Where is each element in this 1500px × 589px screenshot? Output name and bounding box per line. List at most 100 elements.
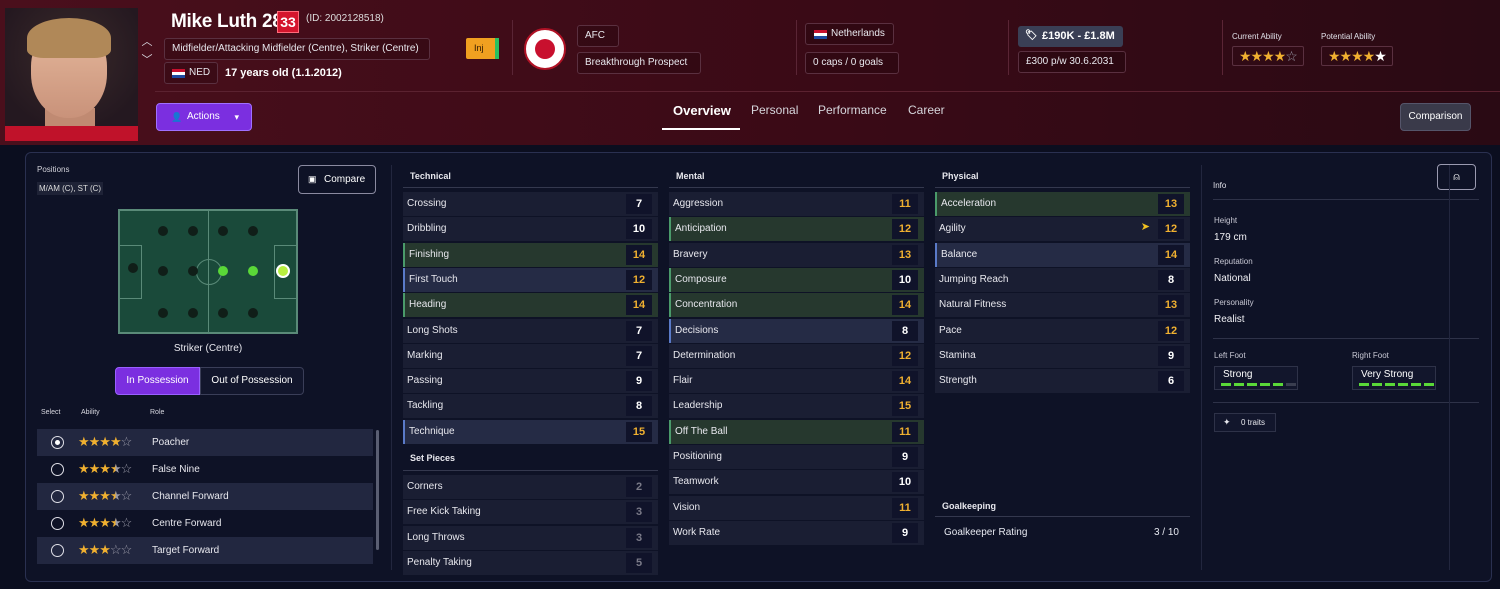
- chevron-up-icon[interactable]: ︿: [140, 33, 154, 51]
- tab-performance[interactable]: Performance: [818, 103, 887, 117]
- role-radio[interactable]: [51, 463, 64, 476]
- attribute-row[interactable]: Agility 12 ➤: [935, 217, 1190, 242]
- position-dot-selected[interactable]: [278, 266, 288, 276]
- attribute-row[interactable]: Anticipation 12: [669, 217, 924, 242]
- attribute-row[interactable]: Off The Ball 11: [669, 419, 924, 444]
- role-row[interactable]: ★★★★☆ Centre Forward: [37, 510, 373, 537]
- attribute-value: 3: [626, 527, 652, 548]
- attribute-row[interactable]: Strength 6: [935, 369, 1190, 394]
- divider: [1222, 20, 1223, 75]
- attribute-row[interactable]: Decisions 8: [669, 318, 924, 343]
- position-dot[interactable]: [218, 266, 228, 276]
- attribute-row[interactable]: Crossing 7: [403, 192, 658, 216]
- attribute-row[interactable]: Pace 12: [935, 318, 1190, 343]
- attribute-row[interactable]: Flair 14: [669, 369, 924, 394]
- attribute-row[interactable]: Dribbling 10: [403, 217, 658, 242]
- position-dot[interactable]: [248, 308, 258, 318]
- attribute-row[interactable]: Leadership 15: [669, 394, 924, 419]
- attribute-row[interactable]: Bravery 13: [669, 242, 924, 267]
- attribute-row[interactable]: Concentration 14: [669, 293, 924, 318]
- attribute-row[interactable]: Penalty Taking 5: [403, 550, 658, 575]
- attribute-row[interactable]: Jumping Reach 8: [935, 267, 1190, 292]
- player-nav-arrows: ︿ ﹀: [140, 33, 154, 69]
- role-row[interactable]: ★★★★☆ Poacher: [37, 429, 373, 456]
- role-name: Centre Forward: [152, 518, 222, 529]
- attribute-name: Finishing: [409, 248, 450, 260]
- injury-status-badge[interactable]: Inj: [466, 38, 499, 59]
- transfer-value: £190K - £1.8M: [1042, 30, 1115, 42]
- position-dot[interactable]: [188, 266, 198, 276]
- attribute-row[interactable]: Heading 14: [403, 293, 658, 318]
- attribute-value: 5: [626, 552, 652, 573]
- club-name[interactable]: AFC: [577, 25, 619, 47]
- attribute-row[interactable]: Marking 7: [403, 343, 658, 368]
- player-header: ︿ ﹀ Mike Luth 28a 33 (ID: 2002128518) Mi…: [0, 0, 1500, 145]
- left-foot-label: Left Foot: [1214, 351, 1246, 360]
- tab-personal[interactable]: Personal: [751, 103, 798, 117]
- role-list-scrollbar[interactable]: [376, 430, 379, 550]
- position-dot[interactable]: [218, 308, 228, 318]
- attribute-row[interactable]: Work Rate 9: [669, 520, 924, 545]
- column-divider: [1201, 165, 1202, 570]
- attribute-row[interactable]: Tackling 8: [403, 394, 658, 419]
- tab-overview[interactable]: Overview: [673, 103, 731, 118]
- divider: [1213, 199, 1479, 200]
- role-row[interactable]: ★★★★☆ False Nine: [37, 456, 373, 483]
- role-radio[interactable]: [51, 517, 64, 530]
- attribute-row[interactable]: Positioning 9: [669, 445, 924, 469]
- attribute-row[interactable]: First Touch 12: [403, 267, 658, 292]
- profile-icon[interactable]: ⍝: [1437, 164, 1476, 190]
- attribute-row[interactable]: Long Throws 3: [403, 525, 658, 550]
- tab-career[interactable]: Career: [908, 103, 945, 117]
- role-row[interactable]: ★★★☆☆ Target Forward: [37, 537, 373, 564]
- attribute-row[interactable]: Long Shots 7: [403, 318, 658, 343]
- position-dot[interactable]: [218, 226, 228, 236]
- attribute-row[interactable]: Composure 10: [669, 267, 924, 292]
- compare-button[interactable]: ▣ Compare: [298, 165, 376, 194]
- attribute-value: 8: [1158, 269, 1184, 290]
- attribute-row[interactable]: Passing 9: [403, 369, 658, 394]
- position-dot[interactable]: [248, 266, 258, 276]
- position-dot[interactable]: [128, 263, 138, 273]
- position-dot[interactable]: [188, 226, 198, 236]
- attribute-name: Concentration: [675, 299, 738, 311]
- role-row[interactable]: ★★★★☆ Channel Forward: [37, 483, 373, 510]
- attribute-row[interactable]: Finishing 14: [403, 242, 658, 267]
- position-dot[interactable]: [158, 266, 168, 276]
- attribute-row[interactable]: Free Kick Taking 3: [403, 500, 658, 525]
- position-dot[interactable]: [158, 308, 168, 318]
- attribute-row[interactable]: Determination 12: [669, 343, 924, 368]
- active-tab-indicator: [662, 128, 740, 130]
- attribute-name: Determination: [673, 349, 736, 361]
- netherlands-flag-icon: [172, 69, 185, 78]
- attribute-row[interactable]: Balance 14: [935, 242, 1190, 267]
- in-possession-button[interactable]: In Possession: [115, 367, 200, 395]
- attribute-name: Corners: [407, 481, 443, 492]
- country-chip[interactable]: Netherlands: [805, 23, 894, 45]
- attribute-row[interactable]: Vision 11: [669, 495, 924, 520]
- role-radio[interactable]: [51, 436, 64, 449]
- attribute-row[interactable]: Technique 15: [403, 419, 658, 444]
- attribute-row[interactable]: Corners 2: [403, 475, 658, 499]
- attribute-row[interactable]: Natural Fitness 13: [935, 293, 1190, 318]
- attribute-row[interactable]: Acceleration 13: [935, 192, 1190, 216]
- attribute-row[interactable]: Aggression 11: [669, 192, 924, 216]
- role-radio[interactable]: [51, 490, 64, 503]
- mental-title: Mental: [676, 171, 705, 181]
- traits-chip[interactable]: ✦ 0 traits: [1214, 413, 1276, 432]
- role-ability-stars: ★★★★☆: [78, 515, 132, 530]
- attribute-value: 7: [626, 194, 652, 214]
- position-dot[interactable]: [158, 226, 168, 236]
- chevron-down-icon[interactable]: ﹀: [140, 51, 154, 69]
- club-logo[interactable]: [524, 28, 566, 70]
- set-pieces-title: Set Pieces: [410, 453, 456, 463]
- out-of-possession-button[interactable]: Out of Possession: [200, 367, 304, 395]
- position-dot[interactable]: [248, 226, 258, 236]
- position-dot[interactable]: [188, 308, 198, 318]
- actions-button[interactable]: 👤 Actions ▾: [156, 103, 252, 131]
- attribute-row[interactable]: Stamina 9: [935, 343, 1190, 368]
- role-radio[interactable]: [51, 544, 64, 557]
- attribute-value: 9: [1158, 345, 1184, 366]
- comparison-button[interactable]: Comparison: [1400, 103, 1471, 131]
- attribute-row[interactable]: Teamwork 10: [669, 470, 924, 495]
